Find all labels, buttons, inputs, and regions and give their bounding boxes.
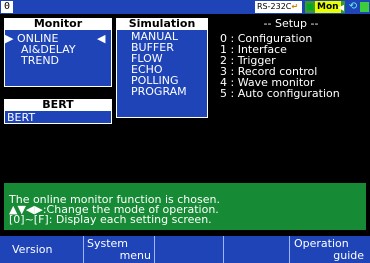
button-label: guide xyxy=(333,249,364,262)
page-number: 0 xyxy=(1,1,13,13)
mode-label: Mon xyxy=(315,1,341,13)
usb-icon: ⟲ xyxy=(348,1,358,12)
setup-item-auto-configuration[interactable]: 5 : Auto configuration xyxy=(220,88,340,99)
menu-item-bert[interactable]: BERT xyxy=(7,112,35,123)
function-key-3[interactable] xyxy=(154,236,223,263)
function-key-4[interactable] xyxy=(223,236,289,263)
button-label: Operation xyxy=(294,237,349,250)
battery-icon xyxy=(360,2,369,12)
interface-indicator: RS-232C↵ xyxy=(255,1,302,13)
monitor-status-icon xyxy=(307,4,313,10)
setup-title: -- Setup -- xyxy=(263,17,319,30)
connection-arrow-icon: ↵ xyxy=(291,2,299,11)
selected-arrow-left-icon: ◀ xyxy=(97,32,106,45)
menu-item-program[interactable]: PROGRAM xyxy=(131,86,187,97)
selected-arrow-icon: ▶ xyxy=(5,32,14,45)
bert-menu-title: BERT xyxy=(4,99,112,111)
monitor-menu-title: Monitor xyxy=(4,18,112,30)
button-label: menu xyxy=(119,249,151,262)
menu-item-trend[interactable]: TREND xyxy=(21,55,59,66)
operation-guide-button[interactable]: Operation guide xyxy=(289,236,370,263)
system-menu-button[interactable]: System menu xyxy=(83,236,154,263)
simulation-menu-title: Simulation xyxy=(116,18,208,30)
mode-indicator: Mon ◀ xyxy=(305,1,345,13)
help-message-line: [0]~[F]: Display each setting screen. xyxy=(9,213,212,226)
button-label: System xyxy=(87,237,129,250)
interface-label: RS-232C xyxy=(257,2,292,11)
play-icon: ◀ xyxy=(337,3,344,12)
monitor-menu-list: ▶ ONLINE ◀ AI&DELAY TREND xyxy=(4,31,112,81)
button-label: Version xyxy=(12,243,53,256)
version-button[interactable]: Version xyxy=(0,236,83,263)
